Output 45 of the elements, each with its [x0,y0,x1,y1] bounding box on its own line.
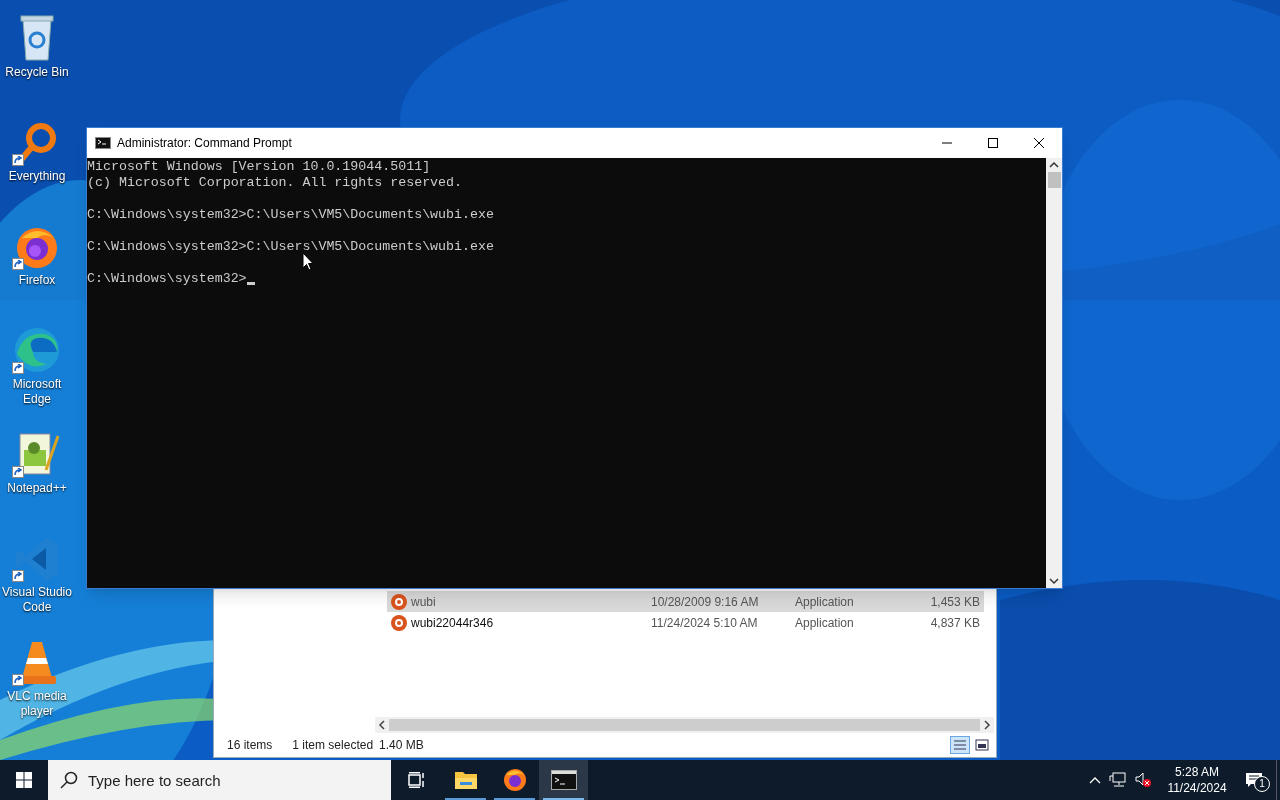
scroll-thumb[interactable] [1047,172,1061,188]
notification-button[interactable]: 1 [1232,760,1276,800]
chevron-right-icon[interactable] [983,720,991,730]
console-line: C:\Windows\system32> [87,271,247,287]
task-view-icon[interactable] [407,772,426,788]
app-icon [391,593,407,610]
file-date: 10/28/2009 9:16 AM [651,593,760,611]
clock[interactable]: 5:28 AM 11/24/2024 [1162,764,1232,796]
show-desktop-button[interactable] [1276,760,1280,800]
file-name: wubi22044r346 [411,614,495,632]
file-type: Application [795,593,855,611]
search-field[interactable]: Type here to search [48,760,391,800]
icon-label: Microsoft Edge [11,377,63,407]
file-row[interactable]: wubi 10/28/2009 9:16 AM Application 1,453 KB [387,591,984,612]
console-line: (c) Microsoft Corporation. All rights reserved. [87,175,463,191]
chevron-up-icon[interactable] [1049,161,1059,169]
file-date: 11/24/2024 5:10 AM [651,614,759,632]
horizontal-scrollbar[interactable] [375,717,994,733]
icon-label: Notepad++ [6,481,68,496]
chevron-left-icon[interactable] [378,720,386,730]
console-icon [95,137,111,149]
icon-label: Firefox [17,273,57,288]
console-line: Microsoft Windows [Version 10.0.19044.5011] [87,159,431,175]
icon-label: VLC media player [6,689,68,719]
console-line: C:\Windows\system32>C:\Users\VM5\Documents\wubi.exe [87,239,494,255]
file-type: Application [795,614,855,632]
text-cursor [246,282,255,285]
icon-label: Everything [7,169,67,184]
console-line: C:\Windows\system32>C:\Users\VM5\Documents\wubi.exe [87,207,494,223]
item-count: 16 items [227,737,273,754]
file-size: 1,453 KB [929,593,981,611]
icon-label: Visual Studio Code [1,585,73,615]
pointer-icon [302,252,314,271]
window-title: Administrator: Command Prompt [117,135,292,152]
chevron-down-icon[interactable] [1049,577,1059,585]
icon-label: Recycle Bin [4,65,70,80]
file-name: wubi [411,593,437,611]
selection-count: 1 item selected [292,737,374,754]
console-icon[interactable] [539,760,588,800]
vertical-scrollbar[interactable] [1046,158,1062,588]
selection-size: 1.40 MB [379,737,424,754]
file-size: 4,837 KB [929,614,981,632]
close-icon[interactable] [1034,138,1044,148]
maximize-icon[interactable] [988,138,998,148]
app-icon [391,614,407,631]
